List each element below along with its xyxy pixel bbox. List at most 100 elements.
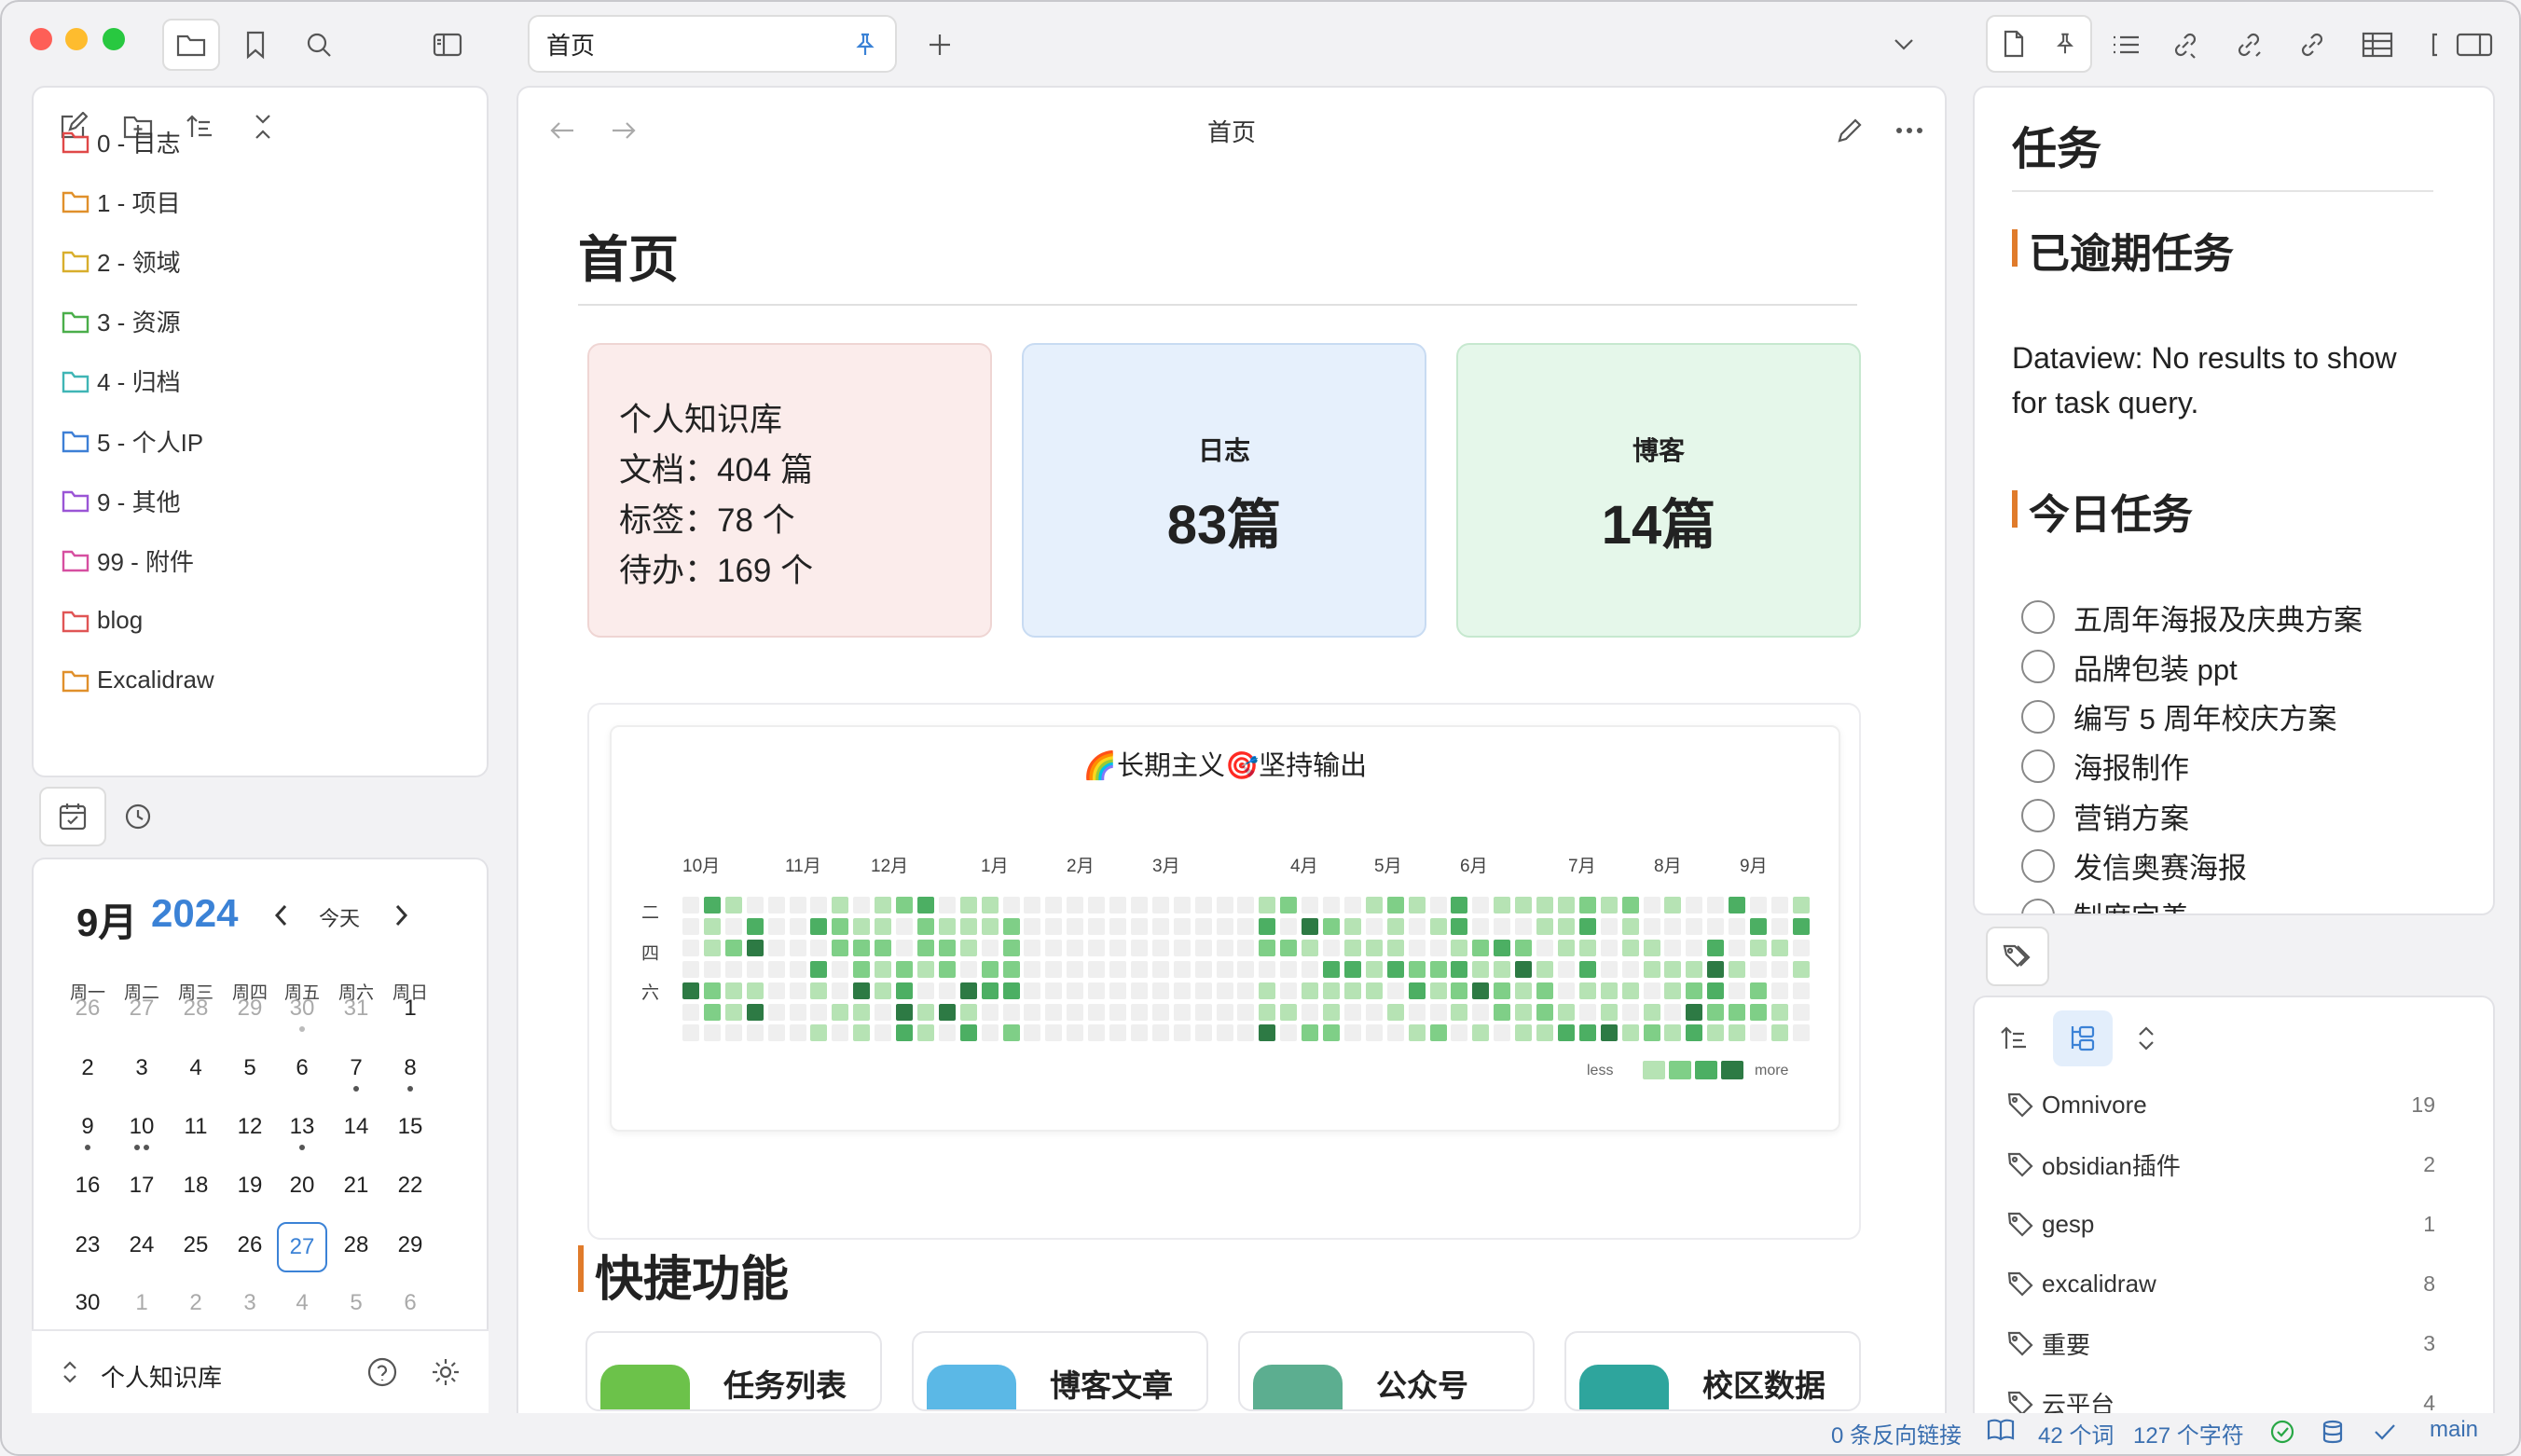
heatmap-cell[interactable] (1109, 960, 1126, 978)
heatmap-cell[interactable] (746, 1003, 764, 1021)
heatmap-cell[interactable] (1707, 939, 1725, 956)
right-sidebar-tab-group[interactable] (1986, 15, 2092, 73)
heatmap-cell[interactable] (1429, 897, 1447, 913)
heatmap-cell[interactable] (1173, 1024, 1191, 1042)
calendar-day[interactable]: 10 (117, 1104, 167, 1154)
heatmap-cell[interactable] (1600, 897, 1618, 913)
heatmap-cell[interactable] (938, 1024, 956, 1042)
heatmap-cell[interactable] (1109, 982, 1126, 999)
heatmap-cell[interactable] (1002, 960, 1020, 978)
heatmap-cell[interactable] (1067, 982, 1084, 999)
heatmap-cell[interactable] (767, 939, 785, 956)
today-button[interactable]: 今天 (319, 902, 360, 932)
heatmap-cell[interactable] (1729, 897, 1746, 913)
heatmap-cell[interactable] (1343, 1003, 1361, 1021)
heatmap-cell[interactable] (1494, 1024, 1511, 1042)
heatmap-cell[interactable] (1494, 939, 1511, 956)
calendar-day[interactable]: 18 (171, 1162, 221, 1213)
heatmap-cell[interactable] (1024, 1003, 1041, 1021)
heatmap-cell[interactable] (1750, 897, 1767, 913)
task-item[interactable]: 制度完善 (2021, 893, 2189, 913)
heatmap-cell[interactable] (703, 939, 721, 956)
heatmap-cell[interactable] (1515, 917, 1533, 935)
heatmap-cell[interactable] (1302, 1024, 1319, 1042)
heatmap-cell[interactable] (1173, 897, 1191, 913)
heatmap-cell[interactable] (875, 917, 892, 935)
heatmap-cell[interactable] (853, 1024, 871, 1042)
heatmap-cell[interactable] (1194, 1024, 1212, 1042)
heatmap-cell[interactable] (1600, 917, 1618, 935)
heatmap-cell[interactable] (1109, 1024, 1126, 1042)
heatmap-cell[interactable] (981, 939, 999, 956)
heatmap-cell[interactable] (1194, 939, 1212, 956)
heatmap-cell[interactable] (1707, 917, 1725, 935)
calendar-day[interactable]: 11 (171, 1104, 221, 1154)
heatmap-cell[interactable] (746, 1024, 764, 1042)
heatmap-cell[interactable] (789, 917, 806, 935)
heatmap-cell[interactable] (1770, 960, 1788, 978)
heatmap-cell[interactable] (1365, 960, 1383, 978)
heatmap-cell[interactable] (1067, 1003, 1084, 1021)
heatmap-cell[interactable] (832, 897, 849, 913)
heatmap-cell[interactable] (1686, 982, 1703, 999)
folder-item[interactable]: 5 - 个人IP (62, 419, 203, 463)
heatmap-cell[interactable] (1451, 917, 1468, 935)
heatmap-cell[interactable] (1088, 939, 1106, 956)
heatmap-cell[interactable] (1151, 939, 1169, 956)
calendar-day[interactable]: 26 (225, 1222, 275, 1272)
heatmap-cell[interactable] (1792, 917, 1810, 935)
heatmap-cell[interactable] (832, 1003, 849, 1021)
calendar-day[interactable]: 1 (117, 1280, 167, 1330)
heatmap-cell[interactable] (1429, 917, 1447, 935)
heatmap-cell[interactable] (1729, 917, 1746, 935)
heatmap-cell[interactable] (1600, 960, 1618, 978)
quick-card[interactable]: 校区数据 (1564, 1331, 1861, 1411)
task-item[interactable]: 编写 5 周年校庆方案 (2021, 694, 2336, 739)
heatmap-cell[interactable] (896, 1003, 913, 1021)
heatmap-cell[interactable] (1729, 960, 1746, 978)
heatmap-cell[interactable] (981, 897, 999, 913)
heatmap-cell[interactable] (810, 917, 828, 935)
heatmap-cell[interactable] (1578, 939, 1596, 956)
heatmap-cell[interactable] (1536, 897, 1553, 913)
pin-icon[interactable] (852, 32, 878, 58)
heatmap-cell[interactable] (1216, 897, 1233, 913)
calendar-day[interactable]: 19 (225, 1162, 275, 1213)
heatmap-cell[interactable] (1365, 1003, 1383, 1021)
heatmap-cell[interactable] (1130, 1024, 1148, 1042)
heatmap-cell[interactable] (1109, 939, 1126, 956)
heatmap-cell[interactable] (810, 1024, 828, 1042)
heatmap-cell[interactable] (1302, 960, 1319, 978)
heatmap-cell[interactable] (1365, 939, 1383, 956)
heatmap-cell[interactable] (1302, 917, 1319, 935)
heatmap-cell[interactable] (767, 897, 785, 913)
heatmap-cell[interactable] (1600, 982, 1618, 999)
heatmap-cell[interactable] (789, 1003, 806, 1021)
heatmap-cell[interactable] (682, 917, 699, 935)
heatmap-cell[interactable] (1664, 939, 1682, 956)
heatmap-cell[interactable] (1429, 960, 1447, 978)
heatmap-cell[interactable] (1151, 960, 1169, 978)
heatmap-cell[interactable] (1024, 939, 1041, 956)
calendar-day[interactable]: 4 (171, 1045, 221, 1095)
heatmap-cell[interactable] (853, 897, 871, 913)
heatmap-cell[interactable] (1578, 960, 1596, 978)
heatmap-cell[interactable] (1386, 982, 1404, 999)
heatmap-cell[interactable] (1515, 1024, 1533, 1042)
heatmap-cell[interactable] (938, 982, 956, 999)
heatmap-cell[interactable] (767, 917, 785, 935)
heatmap-cell[interactable] (789, 982, 806, 999)
heatmap-cell[interactable] (1365, 1024, 1383, 1042)
heatmap-cell[interactable] (1792, 982, 1810, 999)
heatmap-cell[interactable] (916, 939, 934, 956)
heatmap-cell[interactable] (1024, 1024, 1041, 1042)
task-item[interactable]: 品牌包装 ppt (2021, 644, 2238, 689)
heatmap-cell[interactable] (1216, 1003, 1233, 1021)
heatmap-cell[interactable] (981, 1003, 999, 1021)
zoom-window-button[interactable] (103, 28, 125, 50)
heatmap-cell[interactable] (981, 917, 999, 935)
heatmap-cell[interactable] (1280, 917, 1298, 935)
heatmap-cell[interactable] (1045, 897, 1063, 913)
heatmap-cell[interactable] (1643, 1003, 1660, 1021)
heatmap-cell[interactable] (1536, 1003, 1553, 1021)
